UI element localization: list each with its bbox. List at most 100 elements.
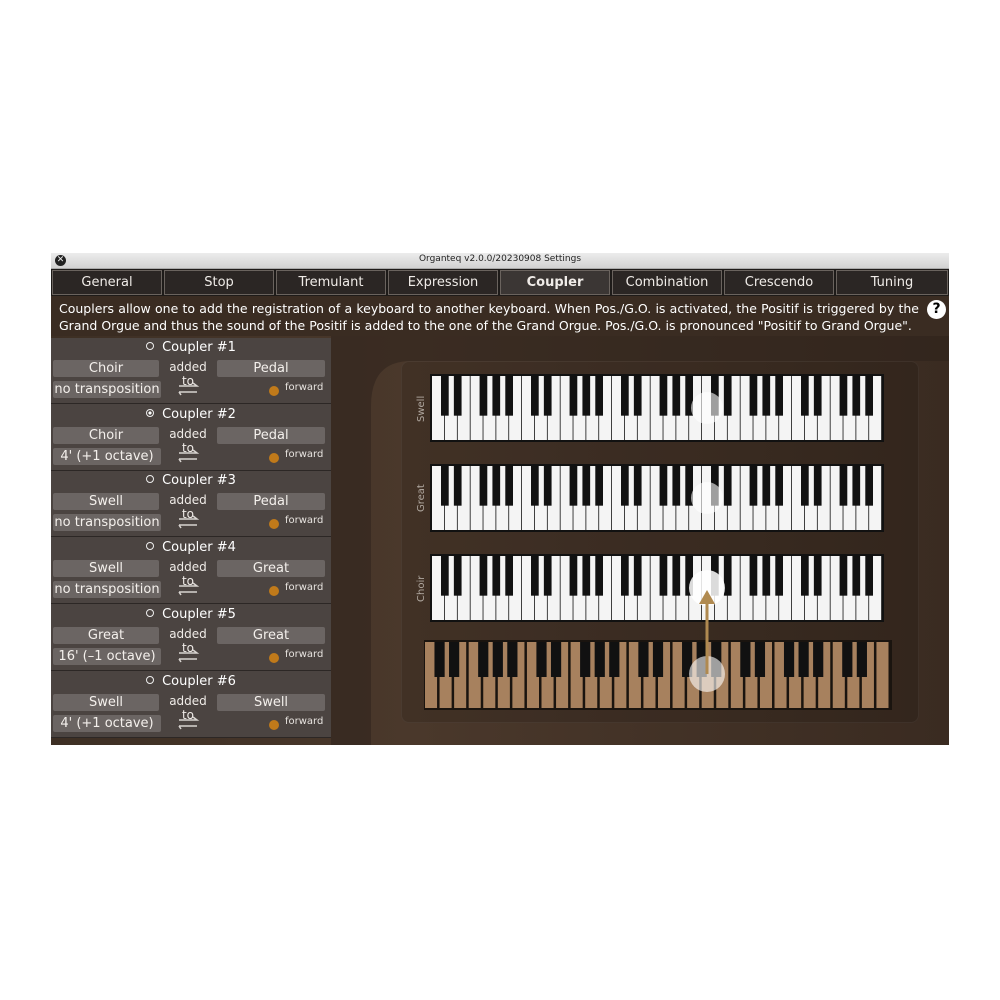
black-key xyxy=(775,466,783,506)
target-keyboard-select[interactable]: Pedal xyxy=(217,426,325,444)
transposition-select[interactable]: no transposition xyxy=(53,381,161,398)
pedal-sharp-key xyxy=(594,642,605,677)
black-key xyxy=(813,466,822,506)
black-key xyxy=(479,376,488,416)
pedal-sharp-key xyxy=(449,642,460,677)
black-key xyxy=(775,376,783,416)
swap-arrows-icon[interactable] xyxy=(177,515,201,529)
source-keyboard-select[interactable]: Choir xyxy=(53,426,159,444)
black-key xyxy=(621,466,629,506)
radio-button[interactable] xyxy=(146,475,155,484)
black-key xyxy=(569,466,578,506)
source-keyboard-select[interactable]: Great xyxy=(53,626,159,644)
pedal-sharp-key xyxy=(536,642,547,677)
tab-tremulant[interactable]: Tremulant xyxy=(276,270,386,295)
direction-indicator-dot[interactable] xyxy=(269,586,279,597)
target-keyboard-select[interactable]: Swell xyxy=(217,693,325,711)
tab-combination[interactable]: Combination xyxy=(612,270,722,295)
black-key xyxy=(659,376,668,416)
radio-button[interactable] xyxy=(146,608,155,617)
swap-arrows-icon[interactable] xyxy=(177,649,201,663)
pedal-sharp-key xyxy=(580,642,591,677)
tab-expression[interactable]: Expression xyxy=(388,270,498,295)
coupler-name: Coupler #2 xyxy=(162,406,236,422)
black-key xyxy=(441,466,449,506)
target-keyboard-select[interactable]: Great xyxy=(217,626,325,644)
target-keyboard-select[interactable]: Pedal xyxy=(217,493,325,511)
manual-label: Swell xyxy=(416,396,427,422)
black-key xyxy=(582,376,591,416)
black-key xyxy=(441,556,449,596)
manual-label: Choir xyxy=(416,575,427,602)
source-keyboard-select[interactable]: Swell xyxy=(53,493,159,511)
tab-stop[interactable]: Stop xyxy=(164,270,274,295)
black-key xyxy=(852,556,861,596)
black-key xyxy=(762,466,771,506)
black-key xyxy=(749,376,758,416)
black-key xyxy=(852,466,861,506)
swap-arrows-icon[interactable] xyxy=(177,449,201,463)
black-key xyxy=(762,376,771,416)
black-key xyxy=(775,556,783,596)
swap-arrows-icon[interactable] xyxy=(177,715,201,730)
black-key xyxy=(723,556,732,596)
source-keyboard-select[interactable]: Swell xyxy=(53,560,159,578)
black-key xyxy=(865,556,873,596)
coupler-name: Coupler #6 xyxy=(162,673,236,689)
black-key xyxy=(595,466,603,506)
radio-button[interactable] xyxy=(146,342,155,350)
coupler-row: Coupler #6 Swell added to Swell 4' (+1 o… xyxy=(51,672,331,738)
pedal-sharp-key xyxy=(550,642,562,677)
black-key xyxy=(595,376,603,416)
radio-button[interactable] xyxy=(146,408,155,417)
black-key xyxy=(865,376,873,416)
pedal-sharp-key xyxy=(783,642,795,677)
transposition-select[interactable]: 4' (+1 octave) xyxy=(53,447,161,465)
black-key xyxy=(453,466,462,506)
pedal-sharp-key xyxy=(638,642,649,677)
question-mark-icon[interactable]: ? xyxy=(927,300,946,319)
coupler-header[interactable]: Coupler #1 xyxy=(51,340,331,358)
black-key xyxy=(801,466,809,506)
direction-indicator-dot[interactable] xyxy=(269,652,279,663)
transposition-select[interactable]: 4' (+1 octave) xyxy=(53,714,161,732)
coupler-name: Coupler #1 xyxy=(162,340,236,355)
coupler-header[interactable]: Coupler #6 xyxy=(51,674,331,692)
radio-button[interactable] xyxy=(146,542,155,551)
swap-arrows-icon[interactable] xyxy=(177,582,201,596)
swap-arrows-icon[interactable] xyxy=(177,382,201,396)
radio-button[interactable] xyxy=(146,675,155,684)
direction-label: forward xyxy=(285,715,324,727)
coupler-list: Coupler #1 Choir added to Pedal no trans… xyxy=(51,338,331,738)
black-key xyxy=(479,466,488,506)
tab-tuning[interactable]: Tuning xyxy=(836,270,948,295)
black-key xyxy=(633,466,642,506)
pedal-sharp-key xyxy=(478,642,489,677)
target-keyboard-select[interactable]: Pedal xyxy=(217,360,325,377)
coupler-header[interactable]: Coupler #2 xyxy=(51,407,331,425)
coupler-header[interactable]: Coupler #4 xyxy=(51,540,331,558)
coupler-header[interactable]: Coupler #5 xyxy=(51,607,331,625)
transposition-select[interactable]: no transposition xyxy=(53,581,161,599)
direction-indicator-dot[interactable] xyxy=(269,519,279,530)
title-bar: ✕ Organteq v2.0.0/20230908 Settings xyxy=(51,253,949,269)
coupler-row: Coupler #5 Great added to Great 16' (–1 … xyxy=(51,605,331,671)
tab-crescendo[interactable]: Crescendo xyxy=(724,270,834,295)
black-key xyxy=(505,376,513,416)
pedal-sharp-key xyxy=(813,642,824,677)
source-keyboard-select[interactable]: Choir xyxy=(53,360,159,377)
pedal-sharp-key xyxy=(434,642,445,677)
black-key xyxy=(569,376,578,416)
direction-indicator-dot[interactable] xyxy=(269,386,279,396)
tab-coupler[interactable]: Coupler xyxy=(500,270,610,295)
transposition-select[interactable]: no transposition xyxy=(53,514,161,532)
target-keyboard-select[interactable]: Great xyxy=(217,560,325,578)
direction-indicator-dot[interactable] xyxy=(269,452,279,463)
tab-general[interactable]: General xyxy=(52,270,162,295)
black-key xyxy=(852,376,861,416)
source-keyboard-select[interactable]: Swell xyxy=(53,693,159,711)
coupler-header[interactable]: Coupler #3 xyxy=(51,473,331,491)
direction-indicator-dot[interactable] xyxy=(269,719,279,730)
black-key xyxy=(723,466,732,506)
transposition-select[interactable]: 16' (–1 octave) xyxy=(53,647,161,665)
